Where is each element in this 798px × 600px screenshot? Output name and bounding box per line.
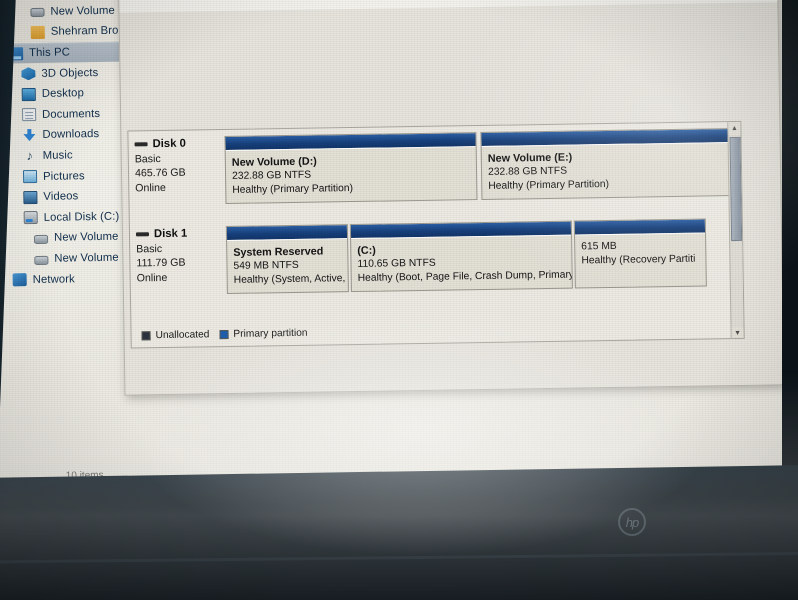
partition-d[interactable]: New Volume (D:) 232.88 GB NTFS Healthy (…	[224, 132, 478, 205]
partition-health: Healthy (Recovery Partiti	[581, 253, 696, 267]
partition-system-reserved[interactable]: System Reserved 549 MB NTFS Healthy (Sys…	[225, 224, 349, 295]
legend-entry-primary: Primary partition	[219, 327, 308, 340]
partition-details: System Reserved 549 MB NTFS Healthy (Sys…	[227, 239, 348, 288]
disk-state-1: Online	[136, 271, 168, 285]
sidebar-item-label: Local Disk (C:)	[43, 210, 120, 224]
volume-icon	[30, 8, 45, 18]
volume-icon	[33, 234, 49, 244]
3d-objects-icon	[21, 67, 35, 80]
partition-health: Healthy (System, Active,	[233, 273, 346, 287]
partition-details: (C:) 110.65 GB NTFS Healthy (Boot, Page …	[351, 236, 573, 287]
partition-health: Healthy (Primary Partition)	[232, 183, 354, 197]
disk-title-row-0: Disk 0	[134, 136, 222, 152]
disk-title-1: Disk 1	[153, 227, 188, 241]
legend-label: Primary partition	[233, 327, 308, 340]
hp-brand-logo: hp	[618, 508, 646, 536]
downloads-icon	[22, 129, 36, 142]
disk-type-1: Basic	[136, 242, 163, 256]
disk-capacity-1: 111.79 GB	[136, 256, 186, 270]
pictures-icon	[22, 170, 38, 184]
videos-icon	[23, 190, 38, 204]
sidebar-item-label: This PC	[29, 46, 71, 60]
sidebar-item-label: Pictures	[42, 169, 85, 183]
partition-e[interactable]: New Volume (E:) 232.88 GB NTFS Healthy (…	[480, 128, 734, 200]
disk-info-0: Disk 0 Basic 465.76 GB Online	[134, 136, 223, 196]
disk-icon	[134, 142, 148, 147]
disk-title-row-1: Disk 1	[135, 226, 224, 242]
sidebar-item-label: Videos	[43, 190, 79, 204]
graphical-pane-scrollbar[interactable]: ▲ ▼	[727, 121, 744, 341]
screen-surface: New Volume (D:)New Volume (E:)Shehram Br…	[0, 0, 798, 510]
disk-block-0[interactable]: Disk 0 Basic 465.76 GB Online New Volume…	[128, 128, 734, 205]
volume-icon	[34, 255, 49, 265]
partition-health: Healthy (Boot, Page File, Crash Dump, Pr…	[357, 269, 573, 285]
music-icon: ♪	[26, 147, 34, 163]
disk-icon	[135, 232, 150, 237]
sidebar-item-label: Music	[42, 149, 73, 162]
disk-type-0: Basic	[134, 152, 161, 166]
partition-c[interactable]: (C:) 110.65 GB NTFS Healthy (Boot, Page …	[349, 220, 573, 293]
graphical-view-legend: Unallocated Primary partition	[141, 327, 308, 342]
scroll-up-arrow-icon[interactable]: ▲	[728, 121, 741, 136]
disk-partitions-1: System Reserved 549 MB NTFS Healthy (Sys…	[225, 218, 730, 295]
graphical-view-pane[interactable]: Disk 0 Basic 465.76 GB Online New Volume…	[127, 120, 745, 349]
legend-entry-unallocated: Unallocated	[141, 329, 209, 341]
scroll-down-arrow-icon[interactable]: ▼	[731, 326, 744, 341]
partition-details: 615 MB Healthy (Recovery Partiti	[575, 233, 706, 268]
partition-details: New Volume (E:) 232.88 GB NTFS Healthy (…	[482, 143, 733, 195]
disk-partitions-0: New Volume (D:) 232.88 GB NTFS Healthy (…	[224, 128, 734, 205]
network-icon	[12, 273, 27, 287]
laptop-bezel-bottom	[0, 464, 798, 600]
disk-info-1: Disk 1 Basic 111.79 GB Online	[135, 226, 225, 286]
sidebar-item-label: Documents	[41, 107, 101, 121]
disk-management-window[interactable]: New Volume (D:)SimpleBasicNTFSHealthy (P…	[117, 0, 785, 396]
partition-details: New Volume (D:) 232.88 GB NTFS Healthy (…	[226, 147, 477, 199]
local-disk-icon	[23, 211, 38, 225]
desktop-icon	[21, 87, 36, 101]
sidebar-item-label: Desktop	[41, 87, 85, 101]
folder-icon	[30, 25, 45, 40]
sidebar-item-label: Downloads	[42, 128, 100, 142]
partition-recovery[interactable]: 615 MB Healthy (Recovery Partiti	[573, 218, 707, 289]
volume-list-pane[interactable]: New Volume (D:)SimpleBasicNTFSHealthy (P…	[118, 0, 778, 13]
disk-capacity-0: 465.76 GB	[134, 166, 186, 180]
sidebar-item-label: 3D Objects	[41, 66, 99, 80]
documents-icon	[21, 108, 37, 122]
legend-swatch-icon	[219, 329, 229, 340]
disk-title-0: Disk 0	[152, 137, 186, 151]
disk-state-0: Online	[135, 181, 166, 195]
legend-label: Unallocated	[155, 329, 210, 342]
legend-swatch-icon	[141, 331, 151, 341]
scrollbar-thumb[interactable]	[729, 136, 743, 242]
disk-block-1[interactable]: Disk 1 Basic 111.79 GB Online System Res…	[130, 218, 730, 295]
laptop-screen-photo: New Volume (D:)New Volume (E:)Shehram Br…	[0, 0, 798, 600]
sidebar-item-label: Network	[32, 273, 75, 286]
partition-health: Healthy (Primary Partition)	[488, 179, 610, 193]
